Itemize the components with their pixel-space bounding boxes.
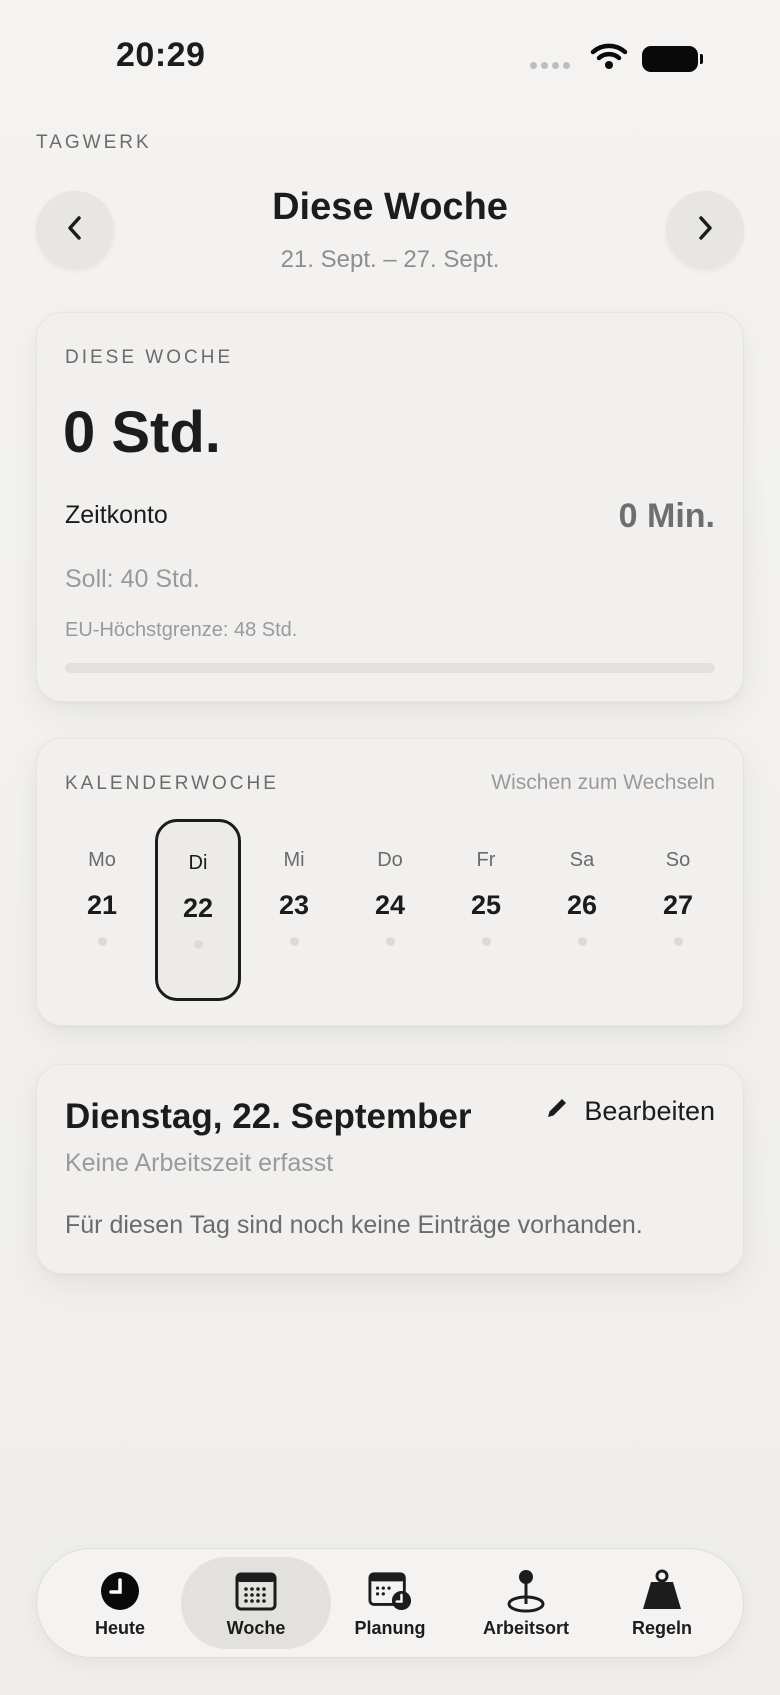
day-title: Dienstag, 22. September (65, 1097, 472, 1136)
day-number: 22 (182, 893, 214, 923)
tab-label: Planung (354, 1618, 426, 1638)
signal-icon (530, 62, 570, 69)
day-number: 21 (86, 890, 118, 920)
empty-entries-text: Für diesen Tag sind noch keine Einträge … (65, 1211, 643, 1239)
week-range: 21. Sept. – 27. Sept. (280, 246, 500, 273)
calendar-clock-icon (368, 1569, 412, 1613)
calendar-icon (234, 1569, 278, 1613)
time-account-value: 0 Min. (618, 497, 715, 535)
weight-icon (640, 1569, 684, 1613)
hours-progress-bar (65, 663, 715, 673)
day-indicator-dot (673, 937, 683, 946)
day-number: 27 (662, 890, 694, 920)
day-number: 26 (566, 890, 598, 920)
summary-label: DIESE WOCHE (65, 347, 234, 368)
tab-label: Arbeitsort (482, 1618, 569, 1638)
day-name: Mo (88, 849, 116, 871)
edit-button[interactable]: Bearbeiten (544, 1095, 715, 1128)
target-hours: Soll: 40 Std. (65, 565, 200, 593)
day-name: Do (377, 849, 403, 871)
day-status: Keine Arbeitszeit erfasst (65, 1149, 334, 1177)
chevron-right-icon (694, 213, 716, 248)
tab-label: Regeln (631, 1618, 692, 1638)
day-strip[interactable]: Mo 21 Di 22 Mi 23 Do 24 Fr 25 Sa 26 So 2… (59, 819, 721, 1001)
day-name: Mi (283, 849, 305, 871)
status-icons (530, 42, 703, 75)
swipe-hint: Wischen zum Wechseln (491, 771, 715, 794)
page-title: Diese Woche (272, 186, 508, 228)
tab-heute[interactable]: Heute (45, 1557, 195, 1649)
day-fr[interactable]: Fr 25 (443, 819, 529, 1001)
day-detail-card: Dienstag, 22. September Bearbeiten Keine… (36, 1064, 744, 1274)
summary-hours: 0 Std. (63, 400, 221, 465)
day-name: Sa (569, 849, 595, 871)
location-pin-icon (504, 1569, 548, 1613)
day-name: Fr (476, 849, 496, 871)
tab-arbeitsort[interactable]: Arbeitsort (451, 1557, 601, 1649)
day-indicator-dot (97, 937, 107, 946)
app-name: TAGWERK (36, 132, 152, 153)
time-account-label: Zeitkonto (65, 501, 168, 529)
tab-label: Woche (226, 1618, 286, 1638)
calendar-week-card: KALENDERWOCHE Wischen zum Wechseln Mo 21… (36, 738, 744, 1026)
tab-label: Heute (94, 1618, 145, 1638)
eu-limit: EU-Höchstgrenze: 48 Std. (65, 619, 298, 641)
next-week-button[interactable] (666, 191, 744, 269)
day-mi[interactable]: Mi 23 (251, 819, 337, 1001)
clock-icon (98, 1569, 142, 1613)
day-mo[interactable]: Mo 21 (59, 819, 145, 1001)
tab-regeln[interactable]: Regeln (587, 1557, 737, 1649)
status-time: 20:29 (116, 36, 206, 74)
tab-planung[interactable]: Planung (315, 1557, 465, 1649)
tab-bar: Heute Woche Planung Arbeitsort Regeln (36, 1548, 744, 1658)
battery-icon (642, 45, 703, 72)
day-number: 25 (470, 890, 502, 920)
day-indicator-dot (577, 937, 587, 946)
day-name: Di (188, 852, 208, 874)
wifi-icon (590, 42, 628, 75)
edit-label: Bearbeiten (584, 1096, 715, 1126)
pencil-icon (544, 1095, 570, 1128)
week-summary-card: DIESE WOCHE 0 Std. Zeitkonto 0 Min. Soll… (36, 312, 744, 702)
calendar-label: KALENDERWOCHE (65, 773, 279, 794)
day-di[interactable]: Di 22 (155, 819, 241, 1001)
tab-woche[interactable]: Woche (181, 1557, 331, 1649)
day-indicator-dot (193, 940, 203, 949)
day-sa[interactable]: Sa 26 (539, 819, 625, 1001)
day-number: 24 (374, 890, 406, 920)
day-name: So (665, 849, 691, 871)
day-indicator-dot (481, 937, 491, 946)
day-do[interactable]: Do 24 (347, 819, 433, 1001)
day-number: 23 (278, 890, 310, 920)
day-so[interactable]: So 27 (635, 819, 721, 1001)
day-indicator-dot (289, 937, 299, 946)
day-indicator-dot (385, 937, 395, 946)
